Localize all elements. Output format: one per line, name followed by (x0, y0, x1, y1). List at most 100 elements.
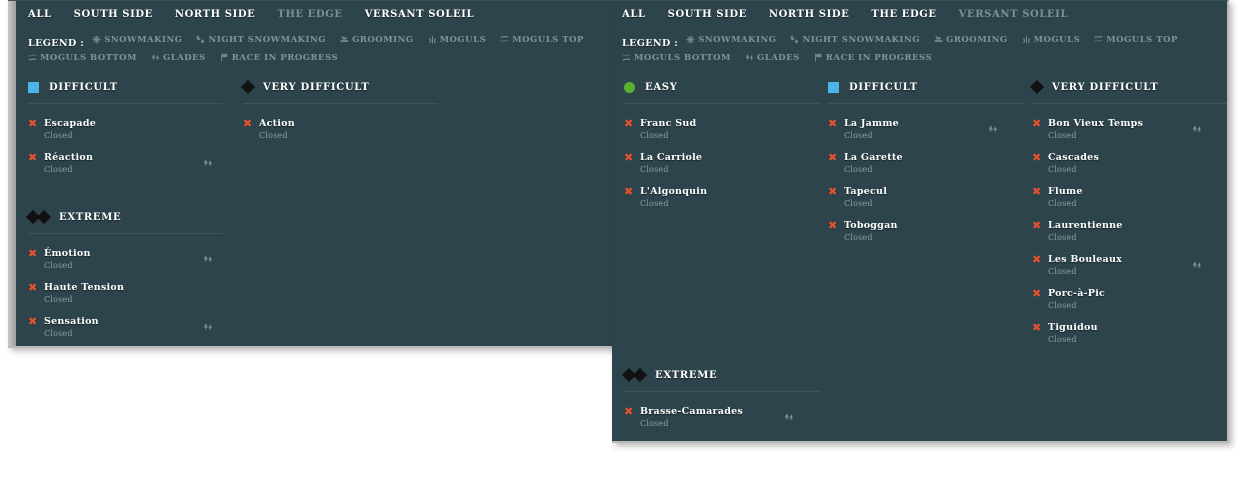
trail-feature-icons (988, 118, 1028, 138)
column-divider (624, 103, 820, 104)
trail-name: Brasse-Camarades (640, 406, 743, 417)
snowflake-icon (686, 35, 695, 50)
sector-nav-right: ALL SOUTH SIDE NORTH SIDE THE EDGE VERSANT S… (612, 1, 1227, 23)
trail-info: Laurentienne Closed (1048, 220, 1192, 243)
trail-closed-icon: ✖ (28, 281, 38, 294)
trail-row[interactable]: ✖ Escapade Closed (28, 118, 243, 141)
nav-item-north-side[interactable]: NORTH SIDE (769, 9, 850, 20)
trail-closed-icon: ✖ (828, 151, 838, 164)
trail-name: La Carriole (640, 152, 703, 163)
legend-item-night-snowmaking: NIGHT SNOWMAKING (196, 33, 326, 50)
trail-info: Brasse-Camarades Closed (640, 406, 784, 429)
trail-info: Porc-à-Pic Closed (1048, 288, 1192, 311)
moguls-icon (428, 35, 437, 50)
trail-row[interactable]: ✖ Brasse-Camarades Closed (624, 406, 824, 429)
legend-item-label: GROOMING (352, 35, 414, 45)
legend-item-race-in-progress: RACE IN PROGRESS (814, 51, 932, 68)
nav-item-south-side[interactable]: SOUTH SIDE (668, 9, 747, 20)
nav-item-north-side[interactable]: NORTH SIDE (175, 9, 256, 20)
trail-panel-right: ALL SOUTH SIDE NORTH SIDE THE EDGE VERSANT S… (612, 0, 1229, 443)
nav-item-the-edge[interactable]: THE EDGE (871, 9, 936, 20)
trail-info: Les Bouleaux Closed (1048, 254, 1192, 277)
trail-row[interactable]: ✖ Action Closed (243, 118, 458, 141)
trail-row[interactable]: ✖ L'Algonquin Closed (624, 186, 824, 209)
trail-row[interactable]: ✖ La Garette Closed (828, 152, 1028, 175)
legend-item-label: RACE IN PROGRESS (231, 53, 339, 63)
nav-item-all[interactable]: ALL (622, 9, 646, 20)
trail-row[interactable]: ✖ Toboggan Closed (828, 220, 1028, 243)
trail-row[interactable]: ✖ Tiguidou Closed (1032, 322, 1227, 345)
nav-item-versant-soleil[interactable]: VERSANT SOLEIL (365, 9, 474, 20)
night-snowmaking-icon (196, 35, 205, 50)
trail-status-label: Closed (844, 131, 873, 140)
trail-row[interactable]: ✖ La Carriole Closed (624, 152, 824, 175)
trail-feature-icons (203, 118, 243, 119)
column-header: EASY (624, 79, 824, 95)
glades-icon (203, 317, 213, 336)
legend-item-label: NIGHT SNOWMAKING (208, 35, 327, 45)
trail-row[interactable]: ✖ Sensation Closed (28, 316, 243, 339)
legend-item-moguls: MOGULS (1022, 33, 1081, 50)
trail-row[interactable]: ✖ Porc-à-Pic Closed (1032, 288, 1227, 311)
difficulty-column-extreme: EXTREME ✖ Émotion Closed ✖ Haute Tension Close… (25, 209, 243, 339)
trail-status-label: Closed (640, 199, 669, 208)
nav-item-the-edge[interactable]: THE EDGE (277, 9, 342, 20)
trail-status-label: Closed (1048, 301, 1077, 310)
glades-icon (988, 119, 998, 138)
trail-closed-icon: ✖ (828, 185, 838, 198)
column-divider (1032, 103, 1227, 104)
legend-item-label: GLADES (756, 53, 800, 63)
snowflake-icon (92, 35, 101, 50)
trail-row[interactable]: ✖ Émotion Closed (28, 248, 243, 271)
trail-status-label: Closed (1048, 335, 1077, 344)
nav-item-versant-soleil[interactable]: VERSANT SOLEIL (959, 9, 1068, 20)
trail-row[interactable]: ✖ Bon Vieux Temps Closed (1032, 118, 1227, 141)
column-divider (28, 103, 223, 104)
legend-item-snowmaking: SNOWMAKING (686, 33, 776, 50)
trail-closed-icon: ✖ (1032, 219, 1042, 232)
trail-closed-icon: ✖ (828, 117, 838, 130)
trail-row[interactable]: ✖ La Jamme Closed (828, 118, 1028, 141)
trail-row[interactable]: ✖ Réaction Closed (28, 152, 243, 175)
nav-item-south-side[interactable]: SOUTH SIDE (74, 9, 153, 20)
trail-row[interactable]: ✖ Tapecul Closed (828, 186, 1028, 209)
trail-info: Flume Closed (1048, 186, 1192, 209)
legend-title: LEGEND : (28, 38, 85, 49)
trail-name: La Jamme (844, 118, 899, 129)
trail-row[interactable]: ✖ Flume Closed (1032, 186, 1227, 209)
trail-feature-icons (1192, 288, 1227, 289)
trail-closed-icon: ✖ (28, 315, 38, 328)
column-header: EXTREME (25, 209, 243, 225)
trail-status-label: Closed (640, 131, 669, 140)
column-title: DIFFICULT (49, 81, 118, 93)
nav-item-all[interactable]: ALL (28, 9, 52, 20)
column-divider (28, 233, 223, 234)
trail-feature-icons (203, 152, 243, 172)
trail-row[interactable]: ✖ Cascades Closed (1032, 152, 1227, 175)
trail-row[interactable]: ✖ Les Bouleaux Closed (1032, 254, 1227, 277)
trail-status-label: Closed (1048, 267, 1077, 276)
difficulty-column-extreme: EXTREME ✖ Brasse-Camarades Closed (621, 367, 824, 429)
trail-name: Haute Tension (44, 282, 125, 293)
trail-name: Tapecul (844, 186, 888, 197)
legend-item-moguls-top: MOGULS TOP (1094, 33, 1178, 50)
trail-status-label: Closed (44, 165, 73, 174)
legend-left: LEGEND : SNOWMAKING NIGHT SNOWMAKING GROOMI… (8, 23, 618, 68)
trail-info: L'Algonquin Closed (640, 186, 784, 209)
column-title: EASY (645, 81, 678, 93)
trail-info: Tapecul Closed (844, 186, 988, 209)
glades-icon (1192, 255, 1202, 274)
trail-row[interactable]: ✖ Franc Sud Closed (624, 118, 824, 141)
legend-item-glades: GLADES (151, 51, 206, 68)
trail-row[interactable]: ✖ Haute Tension Closed (28, 282, 243, 305)
column-header: VERY DIFFICULT (240, 79, 458, 95)
column-header: EXTREME (621, 367, 824, 383)
column-header: VERY DIFFICULT (1029, 79, 1227, 95)
glades-icon (151, 53, 160, 68)
trail-feature-icons (203, 248, 243, 268)
trail-name: Flume (1048, 186, 1083, 197)
trail-closed-icon: ✖ (28, 117, 38, 130)
difficulty-column-very-difficult: VERY DIFFICULT ✖ Bon Vieux Temps Closed ✖ Cas… (1029, 79, 1227, 356)
trail-name: Laurentienne (1048, 220, 1123, 231)
trail-row[interactable]: ✖ Laurentienne Closed (1032, 219, 1227, 243)
